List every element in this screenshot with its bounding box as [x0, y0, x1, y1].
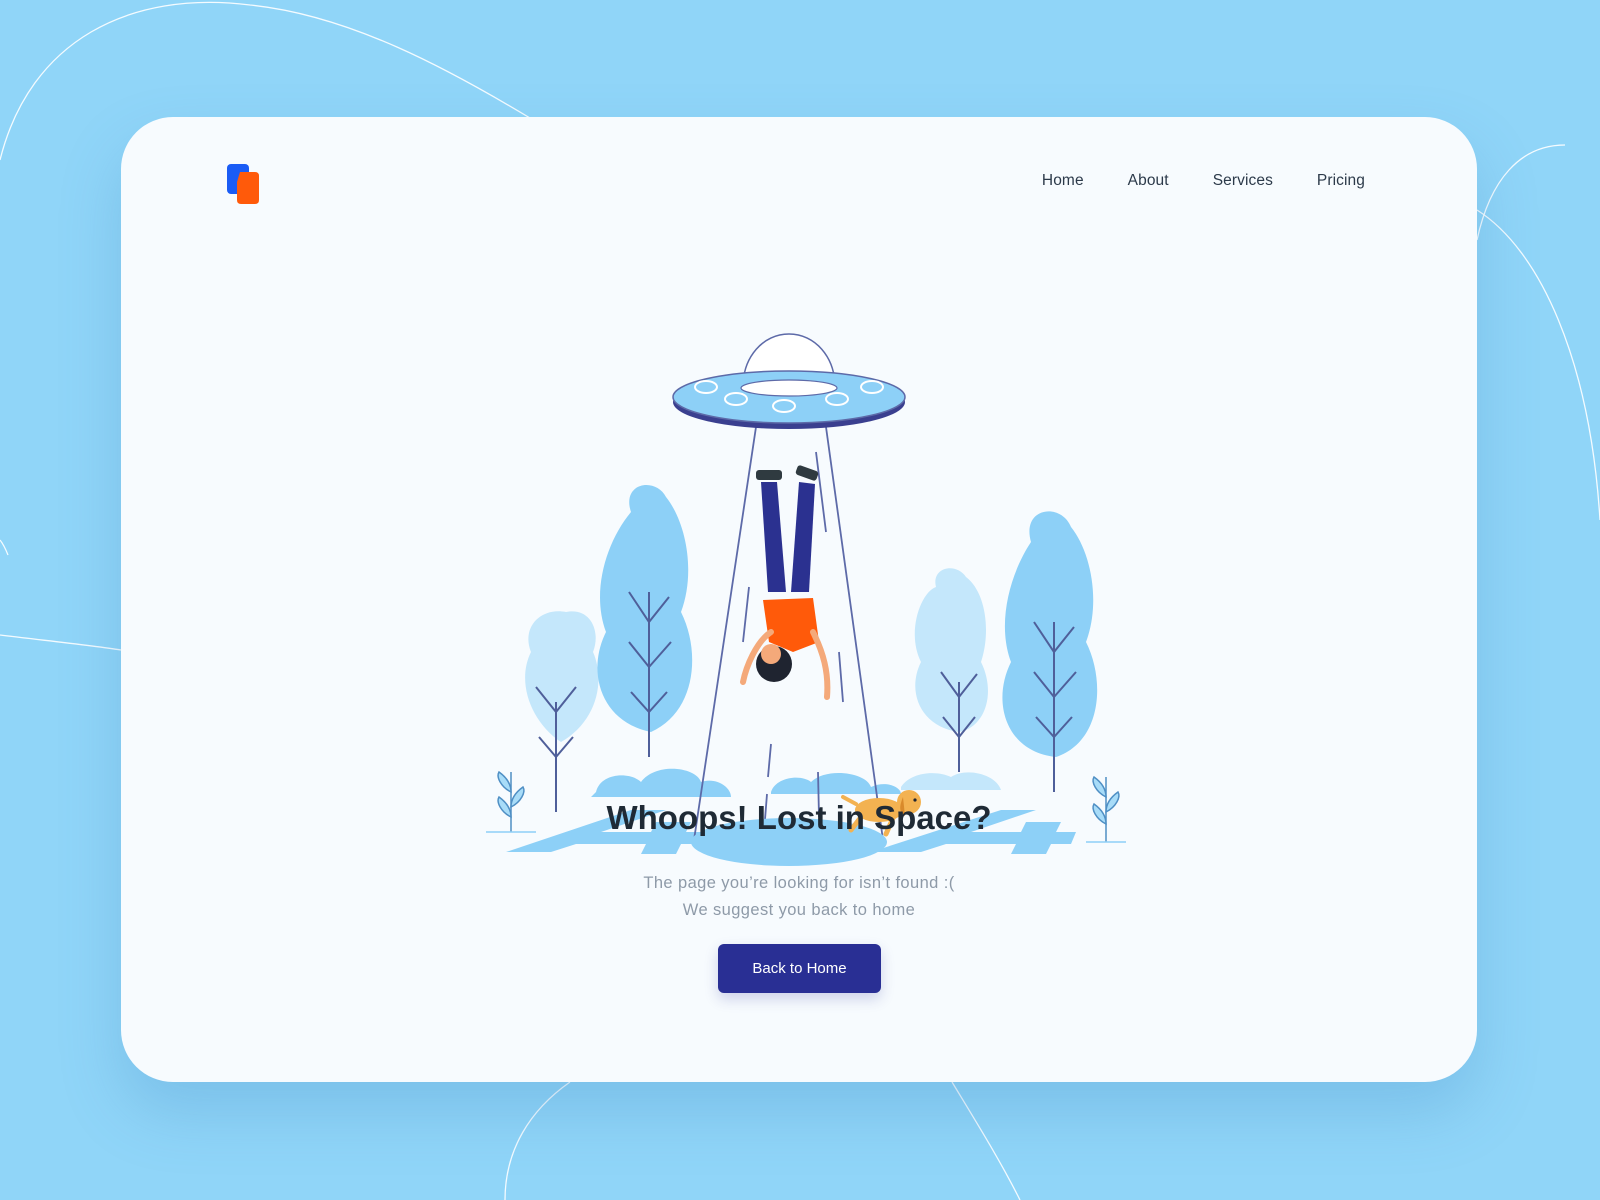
tree-right-back	[914, 568, 988, 772]
person-figure	[740, 465, 831, 700]
nav-home-link[interactable]: Home	[1042, 172, 1084, 190]
error-description: The page you’re looking for isn’t found …	[121, 870, 1477, 924]
back-to-home-button[interactable]: Back to Home	[718, 944, 881, 993]
main-nav: Home About Services Pricing	[1042, 172, 1365, 190]
nav-pricing-link[interactable]: Pricing	[1317, 172, 1365, 190]
ufo-icon	[672, 333, 906, 429]
brand-logo[interactable]	[227, 164, 261, 204]
nav-about-link[interactable]: About	[1128, 172, 1169, 190]
error-card: Home About Services Pricing Whoops! Lost…	[121, 117, 1477, 1082]
nav-services-link[interactable]: Services	[1213, 172, 1273, 190]
ufo-abduction-illustration	[486, 333, 1126, 866]
tree-left-back	[525, 611, 599, 812]
subtitle-line-1: The page you’re looking for isn’t found …	[643, 874, 955, 892]
page-title: Whoops! Lost in Space?	[606, 799, 992, 836]
tree-right-front	[1002, 511, 1098, 792]
bushes	[591, 768, 1001, 797]
subtitle-line-2: We suggest you back to home	[682, 901, 916, 919]
tree-left-front	[597, 485, 693, 757]
